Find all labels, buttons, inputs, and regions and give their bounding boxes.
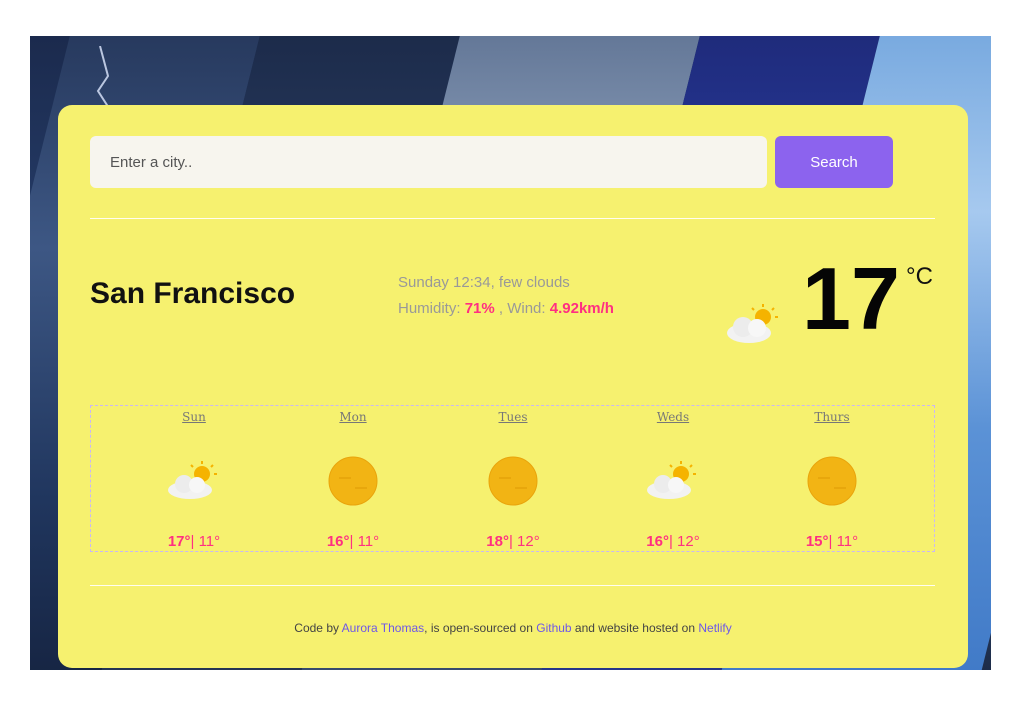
humidity-wind: Humidity: 71% , Wind: 4.92km/h [398, 296, 628, 322]
wind-label: , Wind: [498, 300, 546, 317]
weather-card: Search San Francisco Sunday 12:34, few c… [58, 105, 968, 668]
sun-icon [488, 456, 538, 506]
forecast-day: Thurs 15°| 11° [757, 406, 907, 551]
footer: Code by Aurora Thomas, is open-sourced o… [58, 621, 968, 635]
forecast-low: | 11° [828, 533, 859, 550]
divider [90, 585, 935, 586]
temperature-unit[interactable]: °C [906, 263, 933, 291]
forecast-low: | 11° [349, 533, 380, 550]
github-link[interactable]: Github [536, 621, 571, 635]
forecast-day: Tues 18°| 12° [438, 406, 588, 551]
humidity-label: Humidity: [398, 300, 461, 317]
forecast-high: 16° [326, 533, 350, 550]
forecast-high: 15° [805, 533, 829, 550]
forecast-day-name: Weds [656, 410, 690, 424]
forecast-day-name: Mon [339, 410, 367, 424]
forecast-day-name: Sun [182, 410, 206, 424]
wind-value: 4.92km/h [549, 300, 614, 317]
few-clouds-icon [647, 461, 696, 499]
city-name: San Francisco [90, 277, 296, 310]
weather-details: Sunday 12:34, few clouds Humidity: 71% ,… [398, 270, 628, 322]
forecast-high: 18° [486, 533, 509, 550]
forecast-temps: 18°| 12° [438, 533, 588, 550]
forecast-temps: 16°| 12° [598, 533, 748, 550]
forecast-day-name: Tues [498, 410, 528, 424]
humidity-value: 71% [464, 300, 495, 317]
forecast-day: Weds 16°| 12° [598, 406, 748, 551]
divider [90, 218, 935, 219]
few-clouds-icon [727, 304, 778, 343]
footer-prefix: Code by [294, 621, 342, 635]
search-form: Search [90, 136, 893, 188]
forecast-day-name: Thurs [814, 410, 850, 424]
sun-icon [807, 456, 857, 506]
search-button[interactable]: Search [775, 136, 893, 188]
netlify-link[interactable]: Netlify [698, 621, 731, 635]
few-clouds-icon [168, 461, 217, 499]
date-description: Sunday 12:34, few clouds [398, 274, 570, 291]
forecast-high: 17° [167, 533, 191, 550]
forecast-temps: 16°| 11° [278, 533, 428, 550]
author-link[interactable]: Aurora Thomas [342, 621, 424, 635]
forecast-temps: 15°| 11° [757, 533, 907, 550]
forecast-low: | 11° [190, 533, 221, 550]
forecast-low: | 12° [508, 533, 540, 550]
current-temperature: 17 [802, 249, 900, 348]
forecast-low: | 12° [668, 533, 700, 550]
footer-middle: , is open-sourced on [424, 621, 537, 635]
forecast: Sun 17°| 11° Mon 16°| 11° Tues 18°| 12° … [90, 405, 935, 552]
forecast-high: 16° [646, 533, 669, 550]
city-search-input[interactable] [90, 136, 767, 188]
footer-middle2: and website hosted on [571, 621, 699, 635]
sun-icon [328, 456, 378, 506]
forecast-day: Sun 17°| 11° [119, 406, 269, 551]
forecast-temps: 17°| 11° [119, 533, 269, 550]
forecast-day: Mon 16°| 11° [278, 406, 428, 551]
